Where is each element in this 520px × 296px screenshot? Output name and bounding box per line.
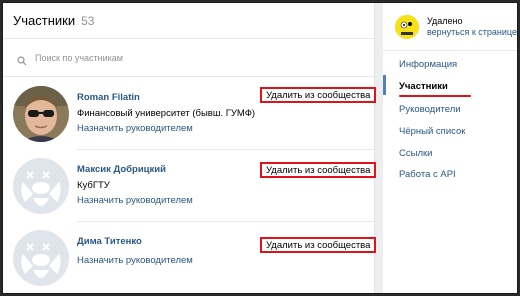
list-item: Дима Титенко Назначить руководителем Уда… bbox=[3, 222, 377, 293]
active-indicator bbox=[383, 75, 386, 95]
sidebar-item-blacklist[interactable]: Чёрный список bbox=[399, 126, 465, 137]
red-underline bbox=[399, 95, 471, 97]
sidebar-item-info[interactable]: Информация bbox=[399, 59, 457, 70]
sidebar-item-members[interactable]: Участники bbox=[399, 81, 448, 92]
list-item: Максик Добрицкий КубГТУ Назначить руково… bbox=[3, 150, 377, 222]
avatar[interactable] bbox=[13, 230, 69, 286]
member-subtitle: КубГТУ bbox=[77, 180, 110, 191]
remove-from-community-button[interactable]: Удалить из сообщества bbox=[260, 237, 377, 253]
deleted-label: Удалено bbox=[427, 15, 463, 26]
make-manager-link[interactable]: Назначить руководителем bbox=[77, 123, 193, 134]
sidebar-item-links[interactable]: Ссылки bbox=[399, 148, 432, 159]
members-panel: Участники 53 Поиск по участникам Roman F… bbox=[3, 3, 377, 293]
members-count: 53 bbox=[81, 13, 95, 28]
remove-from-community-button[interactable]: Удалить из сообщества bbox=[260, 162, 377, 178]
member-name[interactable]: Дима Титенко bbox=[77, 236, 142, 247]
search-icon bbox=[17, 53, 27, 65]
make-manager-link[interactable]: Назначить руководителем bbox=[77, 195, 193, 206]
member-name[interactable]: Максик Добрицкий bbox=[77, 164, 166, 175]
community-avatar[interactable] bbox=[395, 14, 419, 39]
member-subtitle: Финансовый университет (бывш. ГУМФ) bbox=[77, 108, 256, 119]
remove-from-community-button[interactable]: Удалить из сообщества bbox=[260, 87, 377, 103]
avatar[interactable] bbox=[13, 86, 69, 142]
sidebar-item-api[interactable]: Работа с API bbox=[399, 169, 456, 180]
page-title: Участники bbox=[13, 13, 76, 28]
community-status: Удалено вернуться к странице bbox=[383, 3, 517, 51]
return-to-page-link[interactable]: вернуться к странице bbox=[427, 27, 517, 38]
page-frame: Участники 53 Поиск по участникам Roman F… bbox=[3, 3, 517, 293]
panel-header: Участники 53 bbox=[3, 3, 374, 39]
avatar[interactable] bbox=[13, 158, 69, 214]
search-input[interactable] bbox=[35, 52, 335, 63]
make-manager-link[interactable]: Назначить руководителем bbox=[77, 255, 193, 266]
member-name[interactable]: Roman Filatin bbox=[77, 92, 140, 103]
sidebar-item-managers[interactable]: Руководители bbox=[399, 104, 461, 115]
list-item: Roman Filatin Финансовый университет (бы… bbox=[3, 78, 377, 150]
status-text: Удалено вернуться к странице bbox=[427, 16, 517, 38]
sidebar: Удалено вернуться к странице Информация … bbox=[383, 3, 517, 293]
search-bar[interactable] bbox=[3, 39, 374, 77]
